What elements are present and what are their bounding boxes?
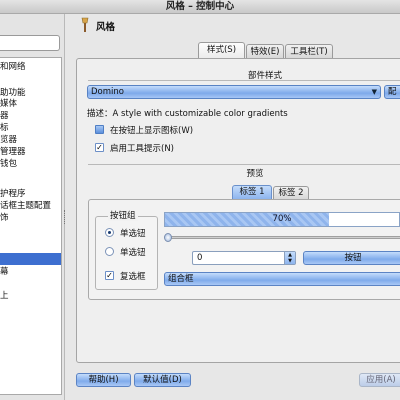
- sidebar-list[interactable]: 和网络 助功能 媒体 器 标 览器 管理器 钱包 护程序 话框主题配置 饰 幕 …: [0, 57, 62, 395]
- sidebar-item[interactable]: 器: [0, 110, 61, 122]
- brush-icon: [81, 17, 89, 32]
- chevron-down-icon: ▼: [371, 88, 377, 96]
- preview-progress-bar: 70%: [164, 212, 400, 227]
- sidebar-search-input[interactable]: [0, 35, 60, 51]
- sidebar-item[interactable]: 标: [0, 122, 61, 134]
- sidebar-item[interactable]: 钱包: [0, 158, 61, 170]
- button-group-title: 按钮组: [108, 209, 138, 221]
- sidebar-item[interactable]: 媒体: [0, 98, 61, 110]
- spin-arrows-icon[interactable]: ▲ ▼: [284, 252, 295, 264]
- preview-push-button[interactable]: 按钮: [303, 251, 400, 265]
- enable-tooltips-label: 启用工具提示(N): [110, 144, 174, 154]
- preview-checkbox-label: 复选框: [120, 272, 146, 282]
- show-icons-on-buttons-label: 在按钮上显示图标(W): [110, 126, 194, 136]
- preview-tab-2[interactable]: 标签 2: [273, 186, 309, 200]
- show-icons-on-buttons-checkbox[interactable]: [95, 125, 104, 134]
- preview-radio-2-label: 单选钮: [120, 248, 146, 258]
- preview-slider-handle[interactable]: [164, 233, 172, 242]
- preview-tab-1[interactable]: 标签 1: [232, 185, 272, 199]
- sidebar-item[interactable]: 管理器: [0, 146, 61, 158]
- help-button[interactable]: 帮助(H): [76, 373, 131, 387]
- preview-checkbox[interactable]: ✓: [105, 271, 114, 280]
- panel-splitter-handle[interactable]: [64, 210, 66, 224]
- page-title: 风格: [96, 22, 116, 33]
- sidebar: 和网络 助功能 媒体 器 标 览器 管理器 钱包 护程序 话框主题配置 饰 幕 …: [0, 14, 65, 400]
- sidebar-item-selected[interactable]: [0, 253, 61, 265]
- preview-radio-1-label: 单选钮: [120, 229, 146, 239]
- sidebar-item[interactable]: 上: [0, 290, 61, 302]
- section-divider: [88, 164, 400, 165]
- sidebar-item[interactable]: 饰: [0, 212, 61, 224]
- preview-spinbox[interactable]: 0 ▲ ▼: [192, 251, 296, 265]
- tab-style[interactable]: 样式(S): [198, 42, 245, 59]
- widget-style-select-value: Domino: [91, 87, 124, 97]
- preview-combobox[interactable]: 组合框: [164, 272, 400, 286]
- enable-tooltips-checkbox[interactable]: ✓: [95, 143, 104, 152]
- style-description: 描述：A style with customizable color gradi…: [87, 109, 288, 119]
- defaults-button[interactable]: 默认值(D): [134, 373, 191, 387]
- preview-radio-1[interactable]: [105, 228, 114, 237]
- tab-toolbar[interactable]: 工具栏(T): [285, 44, 333, 59]
- tab-effects[interactable]: 特效(E): [246, 44, 284, 59]
- preview-radio-2[interactable]: [105, 247, 114, 256]
- sidebar-item[interactable]: 和网络: [0, 61, 61, 73]
- sidebar-item[interactable]: 幕: [0, 266, 61, 278]
- sidebar-item[interactable]: 览器: [0, 134, 61, 146]
- sidebar-item[interactable]: 话框主题配置: [0, 200, 61, 212]
- progress-label: 70%: [272, 214, 292, 224]
- apply-button[interactable]: 应用(A): [359, 373, 400, 387]
- sidebar-item[interactable]: 护程序: [0, 188, 61, 200]
- preview-section-label: 预览: [246, 169, 264, 179]
- configure-style-button[interactable]: 配: [384, 85, 400, 99]
- preview-slider-track[interactable]: [166, 236, 400, 239]
- section-divider: [88, 80, 400, 81]
- window-title: 风格 – 控制中心: [0, 0, 400, 14]
- widget-style-select[interactable]: Domino ▼: [87, 85, 381, 99]
- spinbox-value: 0: [197, 253, 203, 263]
